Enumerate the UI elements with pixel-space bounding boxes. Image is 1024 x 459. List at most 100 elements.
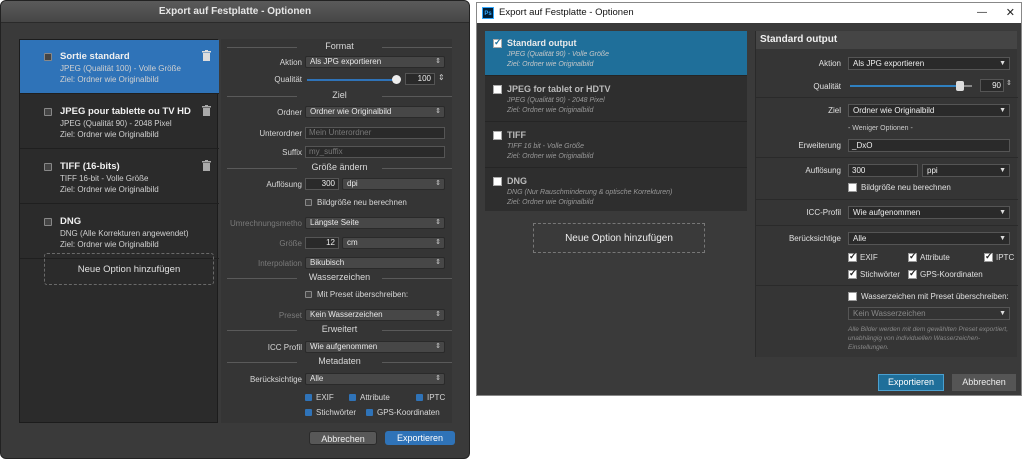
option-format: JPEG (Qualität 90) - 2048 Pixel — [60, 119, 172, 128]
export-button[interactable]: Exportieren — [385, 431, 455, 445]
ziel-select[interactable]: Ordner wie Originalbild ▼ — [848, 104, 1010, 117]
icc-select[interactable]: Wie aufgenommen ▼ — [848, 206, 1010, 219]
section-ziel: Ziel — [227, 90, 452, 101]
checkbox[interactable] — [44, 108, 52, 116]
checkbox[interactable] — [493, 85, 502, 94]
ordner-select[interactable]: Ordner wie Originalbild ⇕ — [305, 106, 445, 118]
select-value: Alle — [853, 234, 867, 243]
mac-option-item[interactable]: JPEG pour tablette ou TV HD JPEG (Qualit… — [20, 95, 219, 149]
interpolation-select[interactable]: Bikubisch ⇕ — [305, 257, 445, 269]
select-value: Als JPG exportieren — [853, 59, 925, 68]
aufloesung-unit-select[interactable]: ppi ▼ — [922, 164, 1010, 177]
exif-label: EXIF — [860, 253, 878, 262]
quality-slider[interactable] — [307, 75, 401, 84]
beruecksichtige-select[interactable]: Alle ⇕ — [305, 373, 445, 385]
label-umrechnung: Umrechnungsmetho — [229, 219, 302, 228]
updown-icon: ⇕ — [435, 375, 441, 382]
mac-option-item[interactable]: TIFF (16-bits) TIFF 16-bit - Volle Größe… — [20, 150, 219, 204]
attribute-checkbox[interactable] — [349, 394, 356, 401]
mac-option-item[interactable]: DNG DNG (Alle Korrekturen angewendet) Zi… — [20, 205, 219, 259]
aktion-select[interactable]: Als JPG exportieren ▼ — [848, 57, 1010, 70]
beruecksichtige-select[interactable]: Alle ▼ — [848, 232, 1010, 245]
trash-icon[interactable] — [202, 50, 211, 61]
attribute-checkbox[interactable] — [908, 251, 917, 262]
trash-icon[interactable] — [202, 160, 211, 171]
minimize-icon[interactable]: — — [977, 3, 987, 23]
quality-input[interactable]: 100 — [405, 73, 435, 85]
erweiterung-input[interactable]: _DxO — [848, 139, 1010, 152]
label-aufloesung: Auflösung — [266, 180, 302, 189]
select-value: Bikubisch — [310, 258, 345, 267]
weniger-optionen-link[interactable]: - Weniger Optionen - — [848, 125, 913, 132]
label-ziel: Ziel — [828, 106, 841, 115]
bildgroesse-checkbox[interactable] — [305, 199, 312, 206]
gps-checkbox[interactable] — [366, 409, 373, 416]
aufloesung-input[interactable]: 300 — [848, 164, 918, 177]
aufloesung-input[interactable]: 300 — [305, 178, 339, 190]
icc-select[interactable]: Wie aufgenommen ⇕ — [305, 341, 445, 353]
label-unterordner: Unterordner — [259, 129, 302, 138]
label-beruecksichtige: Berücksichtige — [249, 375, 302, 384]
select-value: ppi — [927, 166, 938, 175]
divider — [756, 285, 1018, 286]
stichwoerter-checkbox[interactable] — [848, 268, 857, 279]
stichwoerter-checkbox[interactable] — [305, 409, 312, 416]
slider-knob[interactable] — [391, 75, 401, 84]
exif-checkbox[interactable] — [305, 394, 312, 401]
stepper-icon[interactable]: ⇕ — [438, 73, 445, 82]
quality-slider[interactable] — [850, 81, 972, 91]
cancel-button[interactable]: Abbrechen — [309, 431, 377, 445]
label-erweiterung: Erweiterung — [798, 141, 841, 150]
checkbox[interactable] — [493, 37, 502, 48]
close-icon[interactable]: ✕ — [1006, 3, 1015, 23]
updown-icon: ⇕ — [435, 239, 441, 246]
checkbox[interactable] — [44, 53, 52, 61]
suffix-input[interactable]: my_suffix — [305, 146, 445, 158]
attribute-label: Attribute — [360, 393, 390, 402]
mac-option-item[interactable]: Sortie standard JPEG (Qualität 100) - Vo… — [20, 40, 219, 94]
add-option-button[interactable]: Neue Option hinzufügen — [533, 223, 705, 253]
export-button[interactable]: Exportieren — [878, 374, 944, 391]
quality-input[interactable]: 90 — [980, 79, 1004, 92]
slider-knob[interactable] — [955, 81, 964, 91]
option-destination: Ziel: Ordner wie Originalbild — [60, 185, 159, 194]
stepper-icon[interactable]: ⇕ — [1006, 79, 1012, 87]
wasserzeichen-checkbox[interactable] — [848, 292, 857, 301]
checkbox[interactable] — [493, 177, 502, 186]
checkbox[interactable] — [44, 163, 52, 171]
updown-icon: ⇕ — [435, 219, 441, 226]
win-option-item[interactable]: Standard output JPEG (Qualität 90) - Vol… — [485, 31, 747, 76]
label-icc: ICC-Profil — [806, 208, 841, 217]
wasserzeichen-select[interactable]: Kein Wasserzeichen ▼ — [848, 307, 1010, 320]
mac-option-list: Sortie standard JPEG (Qualität 100) - Vo… — [19, 39, 219, 423]
preset-select[interactable]: Kein Wasserzeichen ⇕ — [305, 309, 445, 321]
aktion-select[interactable]: Als JPG exportieren ⇕ — [305, 56, 445, 68]
preset-checkbox[interactable] — [305, 291, 312, 298]
iptc-checkbox[interactable] — [416, 394, 423, 401]
select-value: Kein Wasserzeichen — [853, 309, 926, 318]
gps-label: GPS-Koordinaten — [920, 270, 983, 279]
aufloesung-unit-select[interactable]: dpi ⇕ — [342, 178, 445, 190]
option-title: DNG — [507, 176, 527, 186]
trash-icon[interactable] — [202, 105, 211, 116]
bildgroesse-label: Bildgröße neu berechnen — [861, 183, 951, 192]
win-option-item[interactable]: DNG DNG (Nur Rauschminderung & optische … — [485, 169, 747, 214]
win-option-item[interactable]: JPEG for tablet or HDTV JPEG (Qualität 9… — [485, 77, 747, 122]
iptc-checkbox[interactable] — [984, 251, 993, 262]
umrechnung-select[interactable]: Längste Seite ⇕ — [305, 217, 445, 229]
checkbox[interactable] — [44, 218, 52, 226]
win-option-item[interactable]: TIFF TIFF 16 bit - Volle Größe Ziel: Ord… — [485, 123, 747, 168]
exif-checkbox[interactable] — [848, 251, 857, 262]
bildgroesse-label: Bildgröße neu berechnen — [317, 198, 407, 207]
cancel-button[interactable]: Abbrechen — [952, 374, 1016, 391]
option-title: DNG — [60, 216, 82, 227]
bildgroesse-checkbox[interactable] — [848, 183, 857, 192]
unterordner-input[interactable]: Mein Unterordner — [305, 127, 445, 139]
gps-checkbox[interactable] — [908, 268, 917, 279]
groesse-input[interactable]: 12 — [305, 237, 339, 249]
select-value: cm — [347, 238, 358, 247]
groesse-unit-select[interactable]: cm ⇕ — [342, 237, 445, 249]
updown-icon: ⇕ — [435, 311, 441, 318]
add-option-button[interactable]: Neue Option hinzufügen — [44, 253, 214, 285]
checkbox[interactable] — [493, 131, 502, 140]
